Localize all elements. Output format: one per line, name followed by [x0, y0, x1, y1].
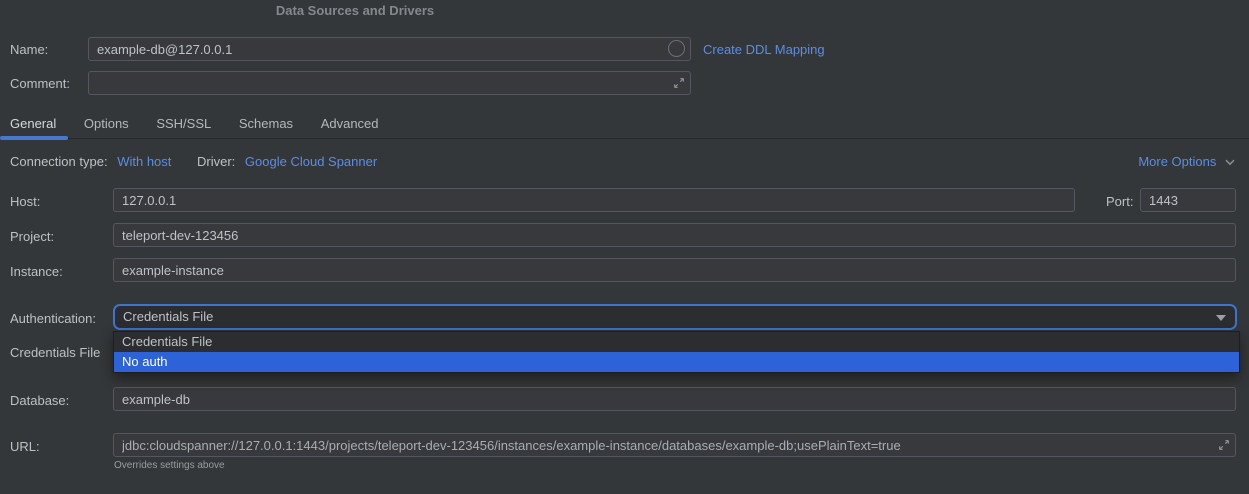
database-label: Database: — [10, 393, 69, 408]
port-input[interactable] — [1140, 188, 1236, 212]
status-circle-icon — [668, 40, 685, 57]
authentication-value: Credentials File — [123, 309, 213, 324]
port-label: Port: — [1106, 194, 1133, 209]
dropdown-item-credentials-file[interactable]: Credentials File — [114, 332, 1239, 352]
database-input[interactable] — [113, 387, 1236, 411]
create-ddl-mapping-link[interactable]: Create DDL Mapping — [703, 42, 825, 57]
host-label: Host: — [10, 194, 40, 209]
authentication-label: Authentication: — [10, 311, 96, 326]
tab-advanced[interactable]: Advanced — [321, 110, 379, 138]
comment-field-wrap — [88, 71, 691, 95]
data-sources-dialog: Data Sources and Drivers Name: Create DD… — [0, 0, 1249, 494]
tab-schemas[interactable]: Schemas — [239, 110, 293, 138]
combo-arrow-icon[interactable] — [1216, 315, 1226, 321]
connection-type-label: Connection type: — [10, 154, 108, 169]
driver-link[interactable]: Google Cloud Spanner — [245, 154, 377, 169]
comment-label: Comment: — [10, 76, 70, 91]
tab-ssh-ssl[interactable]: SSH/SSL — [156, 110, 211, 138]
database-field-wrap — [113, 387, 1236, 411]
tab-general[interactable]: General — [10, 110, 56, 138]
more-options-label[interactable]: More Options — [1138, 154, 1216, 169]
active-tab-underline — [0, 136, 68, 140]
chevron-down-icon — [1225, 154, 1235, 169]
tab-options[interactable]: Options — [84, 110, 129, 138]
authentication-dropdown-popup: Credentials File No auth — [113, 331, 1240, 373]
connection-type-row: Connection type: With host Driver: Googl… — [10, 154, 377, 169]
url-input[interactable] — [113, 433, 1236, 457]
instance-label: Instance: — [10, 264, 63, 279]
dialog-title: Data Sources and Drivers — [0, 3, 710, 18]
credentials-file-label: Credentials File — [10, 345, 100, 360]
driver-label: Driver: — [197, 154, 235, 169]
authentication-combobox[interactable]: Credentials File — [113, 304, 1237, 330]
project-field-wrap — [113, 223, 1236, 247]
port-field-wrap — [1140, 188, 1236, 212]
host-input[interactable] — [113, 188, 1075, 212]
comment-input[interactable] — [88, 71, 691, 95]
url-field-wrap — [113, 433, 1236, 457]
host-field-wrap — [113, 188, 1075, 212]
expand-icon[interactable] — [1218, 439, 1230, 451]
url-label: URL: — [10, 439, 40, 454]
tab-bar: General Options SSH/SSL Schemas Advanced — [0, 110, 1249, 139]
instance-input[interactable] — [113, 258, 1236, 282]
connection-type-link[interactable]: With host — [117, 154, 171, 169]
project-label: Project: — [10, 229, 54, 244]
create-ddl-mapping-label[interactable]: Create DDL Mapping — [703, 42, 825, 57]
name-input[interactable] — [88, 37, 691, 61]
dropdown-item-no-auth[interactable]: No auth — [114, 352, 1239, 372]
name-field-wrap — [88, 37, 691, 61]
project-input[interactable] — [113, 223, 1236, 247]
expand-icon[interactable] — [673, 77, 685, 89]
url-hint-text: Overrides settings above — [114, 460, 225, 471]
more-options-link[interactable]: More Options — [1138, 154, 1235, 169]
name-label: Name: — [10, 42, 48, 57]
instance-field-wrap — [113, 258, 1236, 282]
